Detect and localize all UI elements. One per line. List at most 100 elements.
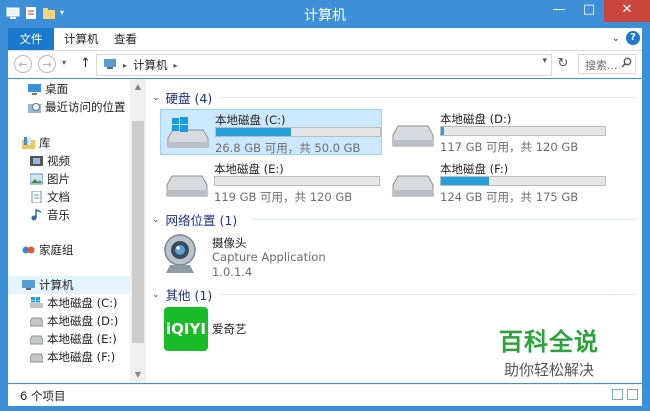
explorer-window: ▾ 计算机 — □ ✕ 文件 计算机 查看 ⌄ ? ← → ▾ ↑ ▸ 计算机 …	[0, 0, 650, 411]
content-pane: ⌄ 硬盘 (4) 本地磁盘 (C:) 26.8 GB 可用，共 50.0 GB	[148, 79, 642, 383]
address-bar: ← → ▾ ↑ ▸ 计算机 ▸ ▾ ↻ 搜索...	[8, 51, 642, 78]
library-icon	[22, 137, 35, 149]
windows-drive-icon	[167, 117, 209, 148]
drive-usage-bar	[215, 127, 381, 137]
nav-label: 图片	[47, 172, 70, 186]
drive-name: 本地磁盘 (E:)	[214, 162, 284, 176]
navigation-pane: 桌面 最近访问的位置 库 视频 图片 文档 音乐 家庭组 计算机 本地磁盘 (C…	[8, 79, 130, 383]
close-button[interactable]: ✕	[604, 0, 650, 22]
drive-name: 本地磁盘 (D:)	[440, 112, 512, 126]
group-divider	[220, 294, 636, 295]
forward-button[interactable]: →	[38, 55, 56, 73]
drive-name: 本地磁盘 (C:)	[215, 113, 286, 127]
nav-item-homegroup[interactable]: 家庭组	[22, 241, 74, 259]
drive-usage-bar	[440, 176, 606, 186]
windows-drive-icon	[30, 297, 43, 309]
ribbon: 文件 计算机 查看 ⌄ ?	[8, 28, 642, 51]
scroll-down-icon[interactable]: ▼	[130, 367, 146, 383]
nav-label: 本地磁盘 (D:)	[47, 314, 119, 328]
title-bar: ▾ 计算机 — □ ✕	[0, 0, 650, 28]
webcam-icon[interactable]	[160, 233, 200, 275]
help-icon[interactable]: ?	[626, 31, 640, 45]
expand-ribbon-icon[interactable]: ⌄	[612, 33, 620, 44]
collapse-icon[interactable]: ⌄	[152, 215, 160, 225]
breadcrumb-chevron-icon[interactable]: ▸	[123, 61, 127, 70]
nav-label: 桌面	[45, 82, 68, 96]
nav-label: 音乐	[47, 208, 70, 222]
nav-label: 视频	[47, 154, 70, 168]
collapse-icon[interactable]: ⌄	[152, 290, 160, 300]
watermark-subtitle: 助你轻松解决	[503, 361, 594, 379]
large-icons-view-icon[interactable]	[627, 389, 638, 400]
address-field[interactable]: ▸ 计算机 ▸ ▾	[96, 54, 552, 76]
search-icon[interactable]	[621, 57, 632, 71]
scroll-up-icon[interactable]: ▲	[130, 79, 146, 95]
details-view-icon[interactable]	[612, 389, 623, 400]
drive-icon	[29, 351, 44, 363]
back-button[interactable]: ←	[14, 55, 32, 73]
nav-item-drive-f[interactable]: 本地磁盘 (F:)	[29, 348, 115, 366]
nav-label: 文档	[47, 190, 70, 204]
drive-e[interactable]: 本地磁盘 (E:) 119 GB 可用，共 120 GB	[160, 159, 382, 205]
group-header-drives[interactable]: ⌄ 硬盘 (4)	[152, 88, 212, 107]
group-title: 其他 (1)	[165, 288, 213, 303]
nav-label: 本地磁盘 (C:)	[47, 296, 118, 310]
nav-label: 本地磁盘 (E:)	[47, 332, 117, 346]
drive-size: 119 GB 可用，共 120 GB	[214, 190, 353, 204]
watermark: 百科全说 助你轻松解决	[484, 322, 614, 380]
breadcrumb-computer[interactable]: 计算机	[133, 57, 168, 73]
up-arrow-icon[interactable]: ↑	[80, 56, 91, 71]
item-count: 6 个项目	[20, 389, 66, 403]
collapse-icon[interactable]: ⌄	[152, 93, 160, 103]
minimize-button[interactable]: —	[544, 0, 574, 22]
group-divider	[252, 219, 636, 220]
scroll-thumb[interactable]	[132, 121, 144, 343]
nav-item-videos[interactable]: 视频	[30, 152, 70, 170]
nav-item-pictures[interactable]: 图片	[29, 170, 70, 188]
nav-item-music[interactable]: 音乐	[30, 206, 70, 224]
group-header-other[interactable]: ⌄ 其他 (1)	[152, 285, 212, 304]
drive-usage-bar	[440, 126, 606, 136]
watermark-title: 百科全说	[499, 328, 599, 356]
music-icon	[30, 208, 43, 221]
iqiyi-logo-icon[interactable]: iQIYI	[164, 307, 208, 351]
drive-c[interactable]: 本地磁盘 (C:) 26.8 GB 可用，共 50.0 GB	[160, 109, 382, 155]
desktop-icon	[28, 83, 41, 95]
drive-usage-bar	[214, 176, 380, 186]
tab-view[interactable]: 查看	[114, 28, 137, 50]
nav-item-drive-d[interactable]: 本地磁盘 (D:)	[29, 312, 119, 330]
drive-f[interactable]: 本地磁盘 (F:) 124 GB 可用，共 175 GB	[386, 159, 608, 205]
nav-item-drive-e[interactable]: 本地磁盘 (E:)	[29, 330, 117, 348]
nav-item-computer[interactable]: 计算机	[8, 276, 130, 294]
webcam-name[interactable]: 摄像头	[212, 235, 247, 251]
iqiyi-name[interactable]: 爱奇艺	[212, 321, 247, 337]
refresh-icon[interactable]: ↻	[553, 56, 573, 71]
group-divider	[220, 97, 636, 98]
status-bar: 6 个项目	[8, 384, 642, 406]
group-header-network[interactable]: ⌄ 网络位置 (1)	[152, 210, 237, 229]
breadcrumb-chevron-icon[interactable]: ▸	[174, 61, 178, 70]
drive-icon	[392, 125, 434, 147]
drive-d[interactable]: 本地磁盘 (D:) 117 GB 可用，共 120 GB	[386, 109, 608, 155]
nav-item-library[interactable]: 库	[22, 134, 51, 152]
tab-file[interactable]: 文件	[8, 28, 54, 50]
homegroup-icon	[22, 244, 35, 256]
webcam-version: 1.0.1.4	[212, 265, 253, 279]
address-dropdown-icon[interactable]: ▾	[542, 56, 547, 66]
tab-computer[interactable]: 计算机	[64, 28, 99, 50]
search-input[interactable]: 搜索...	[578, 54, 636, 74]
nav-item-drive-c[interactable]: 本地磁盘 (C:)	[30, 294, 118, 312]
nav-item-documents[interactable]: 文档	[30, 188, 70, 206]
maximize-button[interactable]: □	[574, 0, 604, 22]
nav-item-recent-places[interactable]: 最近访问的位置	[28, 98, 126, 116]
nav-item-desktop[interactable]: 桌面	[28, 80, 68, 98]
documents-icon	[30, 190, 43, 204]
drive-usage-fill	[216, 128, 292, 136]
nav-scrollbar[interactable]: ▲ ▼	[130, 79, 146, 383]
computer-icon	[103, 58, 117, 73]
recent-locations-icon[interactable]: ▾	[62, 58, 66, 67]
webcam-subtitle: Capture Application	[212, 250, 326, 264]
drive-icon	[392, 175, 434, 197]
videos-icon	[30, 155, 43, 167]
nav-label: 家庭组	[39, 243, 74, 257]
